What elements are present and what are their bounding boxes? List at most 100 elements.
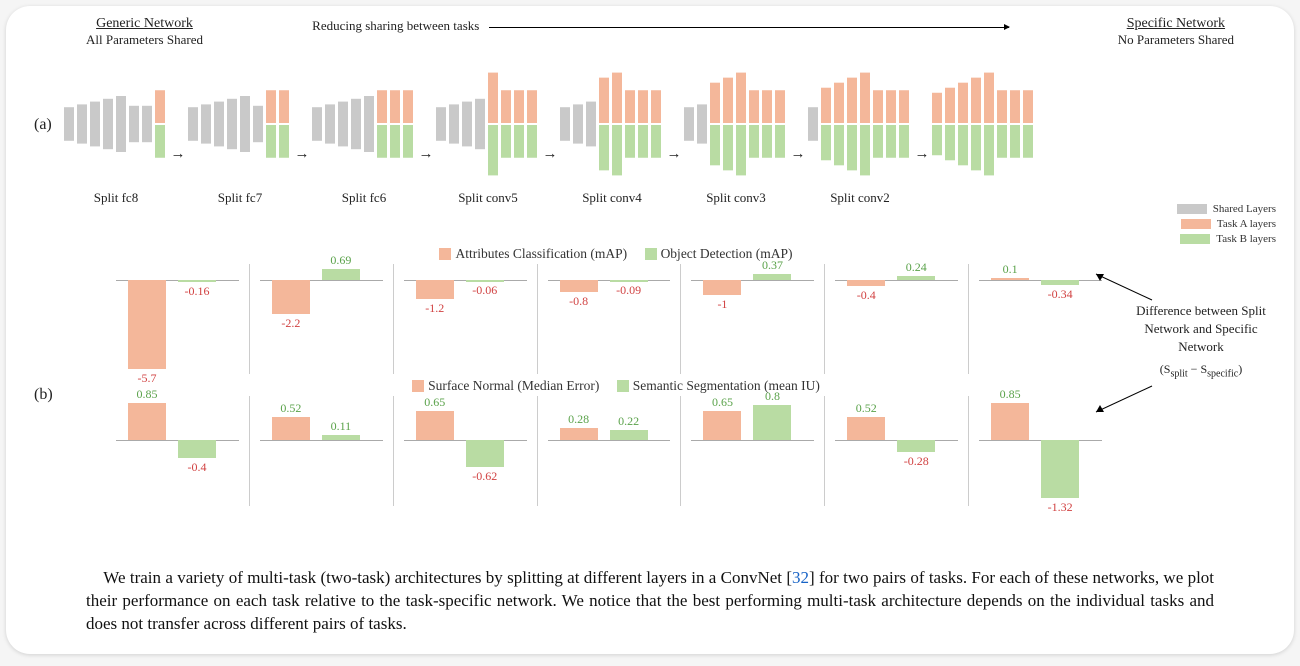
bar-value-label: -0.4 [841,288,891,303]
arrow-right-icon: → [914,146,930,163]
arrow-icon [1094,384,1154,414]
bar-value-label: 0.22 [604,414,654,429]
bar-value-label: -0.4 [172,460,222,475]
arrow-right-icon: → [666,146,682,163]
network-diagram: Split fc7 [186,64,294,206]
bar [703,280,741,296]
specific-subtitle: No Parameters Shared [1118,32,1234,48]
bar [753,274,791,280]
swatch-shared [1177,204,1207,214]
arrow-right-icon [489,27,1009,28]
bar [272,417,310,440]
arrow-right-icon: → [170,146,186,163]
row-b-label: (b) [34,386,53,404]
bar [1041,440,1079,498]
bar-value-label: 0.52 [841,401,891,416]
bar [178,440,216,458]
bar [322,269,360,280]
bar [560,280,598,293]
network-diagram: Split conv2 [806,64,914,206]
bar-value-label: 0.69 [316,253,366,268]
swatch-icon [645,248,657,260]
bar [466,280,504,282]
bar-value-label: -0.34 [1035,287,1085,302]
figure-caption: We train a variety of multi-task (two-ta… [86,567,1214,636]
bar-value-label: -0.62 [460,469,510,484]
bar [560,428,598,440]
bar [991,278,1029,280]
center-caption: Reducing sharing between tasks [203,18,1118,34]
bar-value-label: 0.8 [747,389,797,404]
bar-value-label: 0.85 [985,387,1035,402]
network-diagram: Split fc8 [62,64,170,206]
mini-chart: 0.85-1.32 [969,396,1112,506]
arrow-right-icon: → [294,146,310,163]
swatch-task-b [1180,234,1210,244]
chart-strip-2-title: Surface Normal (Median Error) Semantic S… [106,378,1112,394]
network-diagram: Split conv5 [434,64,542,206]
bar-value-label: 0.1 [985,262,1035,277]
bar [128,403,166,440]
mini-chart: -0.40.24 [825,264,969,374]
bar-value-label: 0.65 [697,395,747,410]
chart-strip-1: Attributes Classification (mAP) Object D… [106,264,1112,374]
mini-chart: 0.52-0.28 [825,396,969,506]
side-caption: Difference between Split Network and Spe… [1126,302,1276,381]
mini-chart: -2.20.69 [250,264,394,374]
network-diagram: Split fc6 [310,64,418,206]
bar-value-label: -0.8 [554,294,604,309]
mini-chart: 0.520.11 [250,396,394,506]
bar-value-label: -0.06 [460,283,510,298]
legend: Shared Layers Task A layers Task B layer… [1177,200,1276,248]
bar [703,411,741,440]
bar [991,403,1029,440]
bar [847,417,885,440]
chart-strip-1-title: Attributes Classification (mAP) Object D… [106,246,1112,262]
bar-value-label: 0.85 [122,387,172,402]
row-a-label: (a) [34,116,52,134]
arrow-icon [1094,272,1154,302]
arrow-right-icon: → [790,146,806,163]
mini-chart: -10.37 [681,264,825,374]
bar-value-label: -1.32 [1035,500,1085,515]
bar-value-label: 0.65 [410,395,460,410]
bar [416,411,454,440]
mini-chart: 0.650.8 [681,396,825,506]
swatch-icon [439,248,451,260]
specific-title: Specific Network [1118,16,1234,32]
swatch-icon [412,380,424,392]
bar [322,435,360,440]
network-row: Split fc8→Split fc7→Split fc6→Split conv… [62,64,1284,206]
bar-value-label: -2.2 [266,316,316,331]
bar-value-label: 0.11 [316,419,366,434]
bar-value-label: 0.28 [554,412,604,427]
bar [466,440,504,467]
bar [1041,280,1079,285]
mini-chart: 0.1-0.34 [969,264,1112,374]
mini-chart: 0.280.22 [538,396,682,506]
citation-link[interactable]: 32 [792,568,809,587]
bar [610,430,648,440]
bar-value-label: 0.37 [747,258,797,273]
mini-chart: 0.65 -0.62 [394,396,538,506]
bar [847,280,885,286]
mini-chart: -5.7-0.16 [106,264,250,374]
header: Generic Network All Parameters Shared Re… [6,16,1294,48]
network-diagram [930,64,1038,206]
bar [610,280,648,282]
bar [128,280,166,370]
chart-strip-2: Surface Normal (Median Error) Semantic S… [106,396,1112,506]
bar [178,280,216,283]
network-diagram: Split conv3 [682,64,790,206]
bar [753,405,791,440]
bar-value-label: -1.2 [410,301,460,316]
generic-title: Generic Network [86,16,203,32]
side-caption-formula: (Ssplit − Sspecific) [1126,361,1276,381]
bar [897,440,935,452]
bar-value-label: -0.09 [604,283,654,298]
swatch-icon [617,380,629,392]
mini-chart: -0.8-0.09 [538,264,682,374]
bar [897,276,935,280]
network-diagram: Split conv4 [558,64,666,206]
bar-value-label: -0.16 [172,284,222,299]
